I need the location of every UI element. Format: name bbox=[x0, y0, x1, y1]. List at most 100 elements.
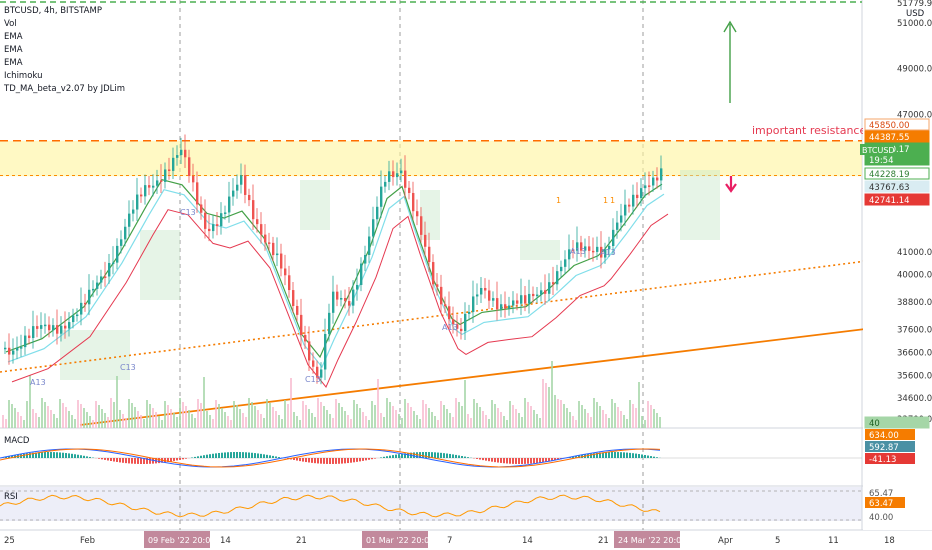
volume-bar bbox=[596, 402, 598, 428]
macd-histogram-bar bbox=[608, 452, 610, 458]
candle bbox=[104, 276, 107, 278]
macd-histogram-bar bbox=[455, 454, 457, 458]
volume-bar bbox=[311, 413, 313, 428]
macd-histogram-bar bbox=[233, 452, 235, 458]
candle bbox=[612, 229, 615, 247]
volume-bar bbox=[416, 415, 418, 428]
candle bbox=[592, 250, 595, 253]
volume-bar bbox=[224, 412, 226, 428]
volume-bar bbox=[272, 407, 274, 428]
candle bbox=[640, 188, 643, 199]
candle bbox=[356, 284, 359, 290]
volume-bar bbox=[590, 417, 592, 428]
volume-bar bbox=[647, 401, 649, 428]
macd-histogram-bar bbox=[263, 454, 265, 458]
macd-histogram-bar bbox=[344, 458, 346, 464]
candle bbox=[476, 294, 479, 297]
macd-histogram-bar bbox=[482, 458, 484, 461]
volume-bar bbox=[611, 399, 613, 428]
volume-bar bbox=[62, 403, 64, 428]
ichimoku-cloud bbox=[680, 170, 720, 240]
macd-histogram-bar bbox=[119, 458, 121, 463]
volume-bar bbox=[179, 398, 181, 428]
candle bbox=[496, 298, 499, 310]
volume-bar bbox=[86, 412, 88, 428]
volume-bar bbox=[212, 419, 214, 428]
candle bbox=[164, 169, 167, 182]
volume-bar bbox=[530, 406, 532, 428]
currency-label: USD bbox=[906, 9, 925, 19]
price-tick-label: 49000.00 bbox=[897, 65, 932, 75]
volume-bar bbox=[584, 409, 586, 428]
volume-bar bbox=[296, 416, 298, 428]
macd-histogram-bar bbox=[365, 458, 367, 461]
candle bbox=[48, 324, 51, 331]
macd-histogram-bar bbox=[251, 452, 253, 458]
volume-bar bbox=[398, 414, 400, 428]
candle bbox=[588, 246, 591, 251]
macd-histogram-bar bbox=[248, 452, 250, 458]
volume-bar bbox=[422, 400, 424, 428]
price-top-partial: 51779.92 bbox=[897, 0, 932, 9]
volume-bar bbox=[323, 406, 325, 428]
macd-histogram-bar bbox=[512, 458, 514, 464]
candle bbox=[380, 186, 383, 207]
volume-bar bbox=[173, 413, 175, 428]
volume-bar bbox=[125, 418, 127, 428]
time-axis-label: 11 bbox=[828, 536, 839, 546]
volume-bar bbox=[335, 399, 337, 428]
macd-histogram-bar bbox=[656, 457, 658, 458]
ichimoku-cloud bbox=[140, 230, 180, 300]
candle bbox=[64, 325, 67, 329]
macd-histogram-bar bbox=[62, 452, 64, 458]
volume-bar bbox=[491, 400, 493, 428]
macd-histogram-bar bbox=[275, 456, 277, 458]
macd-histogram-bar bbox=[257, 453, 259, 458]
trading-chart[interactable]: important resistance A13 C13 A13 C13 A13 C13 A1… bbox=[0, 0, 932, 550]
volume-bar bbox=[362, 412, 364, 428]
volume-bar bbox=[140, 415, 142, 428]
time-highlight-text: 24 Mar '22 20:00 bbox=[618, 536, 686, 545]
candle bbox=[308, 341, 311, 361]
macd-histogram-bar bbox=[206, 454, 208, 458]
volume-bar bbox=[560, 400, 562, 428]
volume-bar bbox=[518, 413, 520, 428]
price-badge-text: 40 bbox=[869, 419, 880, 429]
resistance-annotation: important resistance bbox=[752, 124, 866, 137]
volume-bar bbox=[209, 415, 211, 428]
macd-histogram-bar bbox=[101, 458, 103, 460]
price-badge-text: 43767.63 bbox=[869, 183, 910, 193]
macd-histogram-bar bbox=[239, 452, 241, 458]
macd-histogram-bar bbox=[515, 458, 517, 464]
macd-histogram-bar bbox=[476, 458, 478, 459]
macd-histogram-bar bbox=[194, 456, 196, 458]
volume-bar bbox=[431, 412, 433, 428]
macd-histogram-bar bbox=[614, 452, 616, 458]
volume-bar bbox=[605, 414, 607, 428]
candle bbox=[388, 171, 391, 182]
candle bbox=[32, 326, 35, 338]
macd-histogram-bar bbox=[320, 458, 322, 464]
macd-histogram-bar bbox=[446, 453, 448, 458]
volume-bar bbox=[449, 413, 451, 428]
macd-histogram-bar bbox=[539, 458, 541, 463]
volume-bar bbox=[497, 408, 499, 428]
volume-bar bbox=[155, 412, 157, 428]
macd-badge-text: 634.00 bbox=[869, 431, 899, 441]
volume-bar bbox=[503, 416, 505, 428]
td-count-label: C13 bbox=[180, 208, 196, 217]
volume-bar bbox=[563, 404, 565, 428]
macd-histogram-bar bbox=[224, 452, 226, 458]
volume-bar bbox=[182, 402, 184, 428]
macd-histogram-bar bbox=[44, 452, 46, 458]
volume-bar bbox=[254, 406, 256, 428]
macd-histogram-bar bbox=[170, 458, 172, 462]
candle bbox=[144, 185, 147, 197]
macd-histogram-bar bbox=[620, 452, 622, 458]
candle bbox=[300, 314, 303, 336]
macd-histogram-bar bbox=[356, 458, 358, 462]
candle bbox=[56, 325, 59, 334]
macd-histogram-bar bbox=[140, 458, 142, 464]
macd-histogram-bar bbox=[524, 458, 526, 464]
volume-bar bbox=[149, 404, 151, 428]
